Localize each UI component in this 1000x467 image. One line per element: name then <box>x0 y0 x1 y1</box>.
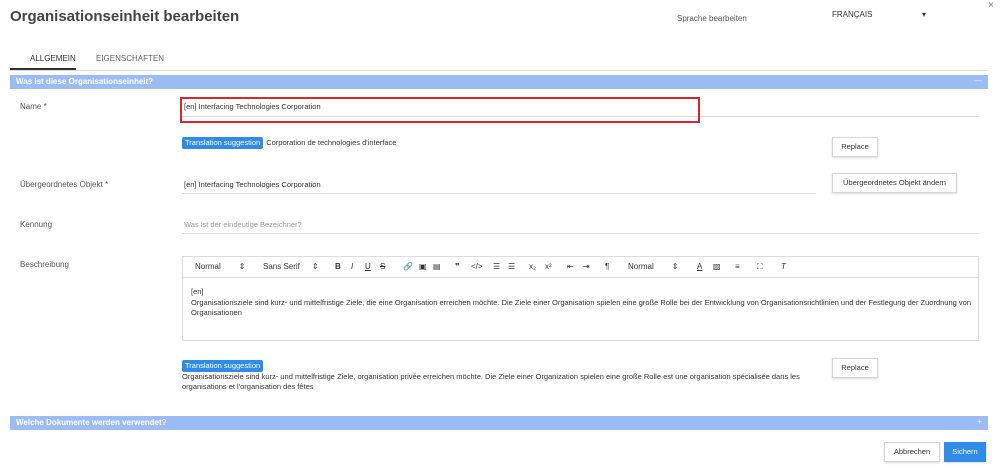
format-select[interactable]: Normal ⇕ <box>195 262 245 271</box>
blockquote-icon[interactable]: ❞ <box>455 262 460 271</box>
parent-label: Übergeordnetes Objekt * <box>20 180 109 189</box>
parent-input[interactable]: [en] Interfacing Technologies Corporatio… <box>184 180 321 189</box>
collapse-icon[interactable]: — <box>974 76 982 85</box>
editor-lang-tag: [en] <box>191 287 204 296</box>
section-organisation-unit[interactable]: Was ist diese Organisationseinheit? — <box>10 75 988 89</box>
change-parent-button[interactable]: Übergeordnetes Objekt ändern <box>832 173 957 193</box>
indent-icon[interactable]: ⇥ <box>583 262 590 271</box>
size-select[interactable]: Normal ⇕ <box>628 262 678 271</box>
key-input[interactable]: Was ist der eindeutige Bezeichner? <box>184 220 302 229</box>
key-label: Kennung <box>20 220 53 229</box>
language-label: Sprache bearbeiten <box>677 14 747 23</box>
page-title: Organisationseinheit bearbeiten <box>10 8 240 25</box>
name-highlight <box>180 97 700 123</box>
name-replace-button[interactable]: Replace <box>832 137 878 157</box>
suggestion-text: Corporation de technologies d'interface <box>266 138 397 147</box>
ordered-list-icon[interactable]: ☰ <box>493 262 500 271</box>
description-label: Beschreibung <box>20 260 69 269</box>
key-underline <box>182 233 979 234</box>
video-icon[interactable]: ▤ <box>433 262 441 271</box>
text-direction-icon[interactable]: ¶ <box>605 262 609 271</box>
cancel-button[interactable]: Abbrechen <box>884 442 940 462</box>
italic-icon[interactable]: I <box>351 262 353 271</box>
name-translation-suggestion: Translation suggestion Corporation de tec… <box>182 137 396 149</box>
section-title: Welche Dokumente werden verwendet? <box>16 418 167 427</box>
section-documents[interactable]: Welche Dokumente werden verwendet? + <box>10 416 988 430</box>
section-title: Was ist diese Organisationseinheit? <box>16 77 154 86</box>
code-icon[interactable]: </> <box>471 262 483 271</box>
clear-format-icon[interactable]: T <box>781 262 786 271</box>
bold-icon[interactable]: B <box>335 262 341 271</box>
close-icon[interactable]: × <box>988 0 994 11</box>
underline-icon[interactable]: U <box>365 262 371 271</box>
background-color-icon[interactable]: ▨ <box>713 262 721 271</box>
language-select[interactable]: FRANÇAIS ▾ <box>832 10 932 24</box>
tabs-divider <box>10 70 988 71</box>
suggestion-text: Organisationsziele sind kurz- und mittel… <box>182 372 800 391</box>
language-value: FRANÇAIS <box>832 10 873 19</box>
translation-badge: Translation suggestion <box>182 137 264 149</box>
chevron-down-icon: ▾ <box>921 10 926 19</box>
editor-toolbar: Normal ⇕ Sans Serif ⇕ B I U S 🔗 ▣ ▤ ❞ </> … <box>183 257 978 278</box>
expand-icon[interactable]: + <box>977 417 982 426</box>
save-button[interactable]: Sichern <box>944 442 986 462</box>
superscript-icon[interactable]: x² <box>545 262 552 271</box>
text-color-icon[interactable]: A <box>697 262 702 271</box>
outdent-icon[interactable]: ⇤ <box>567 262 574 271</box>
bullet-list-icon[interactable]: ☰ <box>508 262 515 271</box>
tab-allgemein[interactable]: ALLGEMEIN <box>30 54 76 63</box>
editor-content[interactable]: [en] Organisationsziele sind kurz- und m… <box>191 287 971 319</box>
description-replace-button[interactable]: Replace <box>832 358 878 378</box>
font-select[interactable]: Sans Serif ⇕ <box>263 262 319 271</box>
subscript-icon[interactable]: x₂ <box>529 262 536 271</box>
fullscreen-icon[interactable]: ⛶ <box>757 262 763 272</box>
parent-underline <box>182 193 816 194</box>
description-translation-suggestion: Translation suggestion Organisationsziel… <box>182 360 812 392</box>
tab-eigenschaften[interactable]: EIGENSCHAFTEN <box>96 54 164 63</box>
translation-badge: Translation suggestion <box>182 360 264 372</box>
link-icon[interactable]: 🔗 <box>403 262 413 271</box>
editor-text: Organisationsziele sind kurz- und mittel… <box>191 297 971 318</box>
image-icon[interactable]: ▣ <box>419 262 427 271</box>
description-editor[interactable]: Normal ⇕ Sans Serif ⇕ B I U S 🔗 ▣ ▤ ❞ </> … <box>182 256 979 341</box>
strikethrough-icon[interactable]: S <box>380 262 385 271</box>
align-icon[interactable]: ≡ <box>735 262 740 271</box>
name-label: Name * <box>20 102 47 111</box>
